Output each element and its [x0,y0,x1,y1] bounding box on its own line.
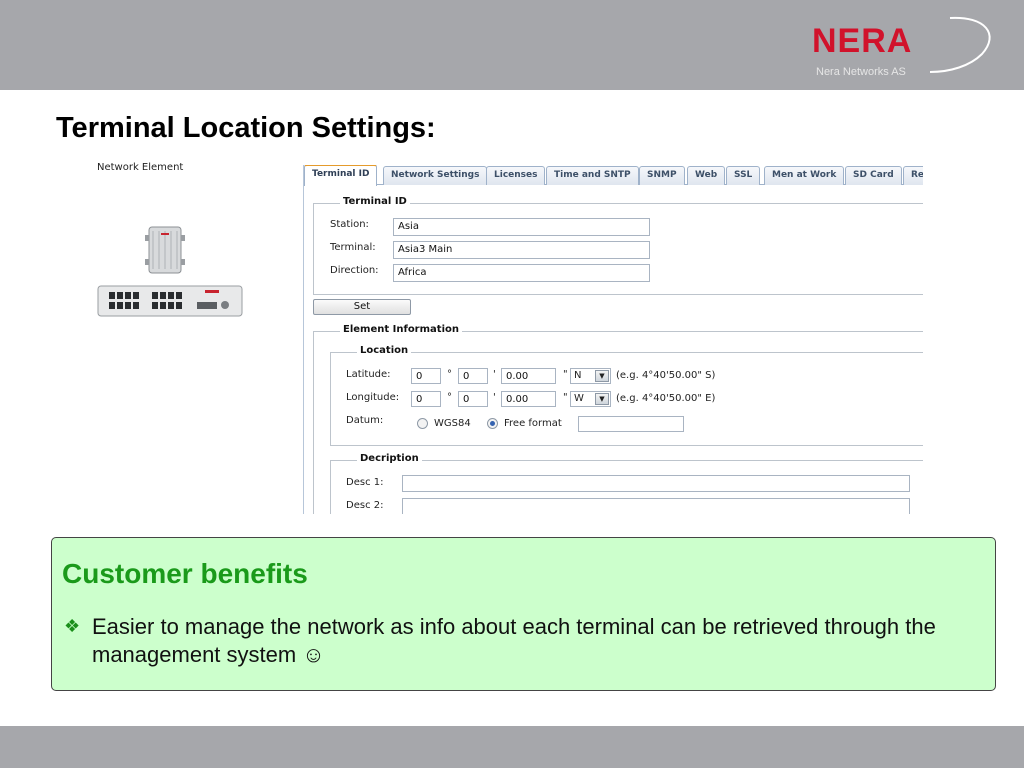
longitude-hemisphere-select[interactable]: W ▼ [570,391,611,407]
location-legend: Location [357,345,412,356]
direction-input[interactable]: Africa [393,264,650,282]
tab-snmp[interactable]: SNMP [639,166,685,185]
desc2-label: Desc 2: [346,500,384,511]
tab-sd-card[interactable]: SD Card [845,166,902,185]
footer-band [0,726,1024,768]
tab-bar: Terminal ID Network Settings Licenses Ti… [304,165,923,186]
desc1-label: Desc 1: [346,477,384,488]
tab-time-and-sntp[interactable]: Time and SNTP [546,166,639,185]
latitude-degree-symbol: ° [447,369,452,380]
datum-wgs84-label: WGS84 [434,418,471,429]
customer-benefits-title: Customer benefits [62,558,308,589]
latitude-example: (e.g. 4°40'50.00" S) [616,370,716,381]
benefit-text: Easier to manage the network as info abo… [92,614,936,667]
diamond-bullet-icon: ❖ [64,616,81,636]
element-information-legend: Element Information [340,324,462,335]
desc2-input[interactable] [402,498,910,514]
longitude-label: Longitude: [346,392,400,403]
tab-licenses[interactable]: Licenses [486,166,546,185]
slide-title: Terminal Location Settings: [56,112,436,144]
direction-label: Direction: [330,265,379,276]
latitude-minutes-input[interactable]: 0 [458,368,488,384]
tab-ssl[interactable]: SSL [726,166,761,185]
chevron-down-icon: ▼ [595,370,609,382]
terminal-input[interactable]: Asia3 Main [393,241,650,259]
datum-free-format-radio[interactable] [487,418,498,429]
datum-label: Datum: [346,415,384,426]
logo-subtitle: Nera Networks AS [816,66,906,78]
longitude-degrees-input[interactable]: 0 [411,391,441,407]
terminal-id-legend: Terminal ID [340,196,410,207]
latitude-label: Latitude: [346,369,391,380]
longitude-example: (e.g. 4°40'50.00" E) [616,393,716,404]
terminal-label: Terminal: [330,242,376,253]
logo-text: NERA [812,22,913,60]
tab-men-at-work[interactable]: Men at Work [764,166,845,185]
longitude-degree-symbol: ° [447,392,452,403]
latitude-second-symbol: " [563,369,568,380]
latitude-seconds-input[interactable]: 0.00 [501,368,556,384]
terminal-web-ui: Terminal ID Network Settings Licenses Ti… [303,165,923,514]
latitude-minute-symbol: ' [493,369,496,380]
indoor-switch-icon [97,285,243,317]
latitude-degrees-input[interactable]: 0 [411,368,441,384]
desc1-input[interactable] [402,475,910,492]
customer-benefits-box: Customer benefits ❖ Easier to manage the… [51,537,996,691]
tab-web[interactable]: Web [687,166,726,185]
station-label: Station: [330,219,369,230]
description-legend: Decription [357,453,422,464]
free-format-input[interactable] [578,416,684,432]
station-input[interactable]: Asia [393,218,650,236]
outdoor-unit-icon [145,226,185,274]
datum-free-format-label: Free format [504,418,562,429]
latitude-hemisphere-value: N [574,370,582,381]
datum-wgs84-radio[interactable] [417,418,428,429]
tab-terminal-id[interactable]: Terminal ID [304,165,378,186]
tab-more[interactable]: Re [903,166,923,185]
longitude-hemisphere-value: W [574,393,584,404]
longitude-minute-symbol: ' [493,392,496,403]
longitude-second-symbol: " [563,392,568,403]
latitude-hemisphere-select[interactable]: N ▼ [570,368,611,384]
longitude-seconds-input[interactable]: 0.00 [501,391,556,407]
longitude-minutes-input[interactable]: 0 [458,391,488,407]
network-element-label: Network Element [97,162,184,173]
tab-network-settings[interactable]: Network Settings [383,166,488,185]
chevron-down-icon: ▼ [595,393,609,405]
set-button[interactable]: Set [313,299,411,315]
